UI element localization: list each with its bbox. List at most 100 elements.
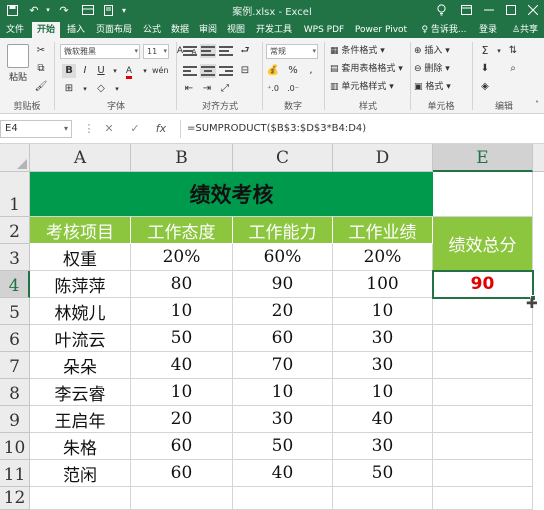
name-cell[interactable]: 范闲 (30, 460, 131, 487)
tab-view[interactable]: 视图 (224, 22, 248, 38)
row-header-5[interactable]: 5 (0, 298, 30, 325)
weight-cell[interactable]: 20% (333, 244, 433, 271)
row-header-7[interactable]: 7 (0, 352, 30, 379)
total-score-cell[interactable]: 90 (433, 271, 533, 298)
font-name-select[interactable]: 微软雅黑 ▾ (60, 44, 140, 59)
score-cell[interactable]: 40 (333, 406, 433, 433)
cell-e1[interactable] (433, 172, 533, 217)
column-header-d[interactable]: D (333, 144, 433, 172)
cancel-icon[interactable]: ✕ (102, 122, 116, 136)
empty-cell[interactable] (131, 487, 233, 510)
tell-me-search[interactable]: ♀ 告诉我... (418, 22, 470, 38)
underline-dropdown-icon[interactable]: ▾ (108, 64, 122, 78)
score-cell[interactable]: 60 (233, 325, 333, 352)
find-select-icon[interactable]: ⌕ (506, 62, 520, 76)
score-cell[interactable]: 50 (233, 433, 333, 460)
border-dropdown-icon[interactable]: ▾ (78, 82, 92, 96)
column-header-e[interactable]: E (433, 144, 533, 172)
tab-insert[interactable]: 插入 (64, 22, 88, 38)
minimize-icon[interactable] (478, 2, 500, 18)
wrap-text-icon[interactable]: ⮐ (238, 44, 252, 58)
tab-file[interactable]: 文件 (2, 22, 28, 38)
percent-style-button[interactable]: % (286, 64, 300, 78)
row-header-4[interactable]: 4 (0, 271, 30, 298)
score-cell[interactable]: 30 (233, 406, 333, 433)
sheet-title-cell[interactable]: 绩效考核 (30, 172, 433, 217)
weight-cell[interactable]: 20% (131, 244, 233, 271)
score-cell[interactable]: 20 (233, 298, 333, 325)
header-cell-total-score[interactable]: 绩效总分 (433, 217, 533, 271)
share-button[interactable]: ♙共享 (508, 22, 542, 38)
cell-styles-button[interactable]: ▥ 单元格样式 ▾ (330, 80, 394, 94)
score-cell[interactable]: 10 (333, 298, 433, 325)
empty-cell[interactable] (333, 487, 433, 510)
tab-wps-pdf[interactable]: WPS PDF (300, 22, 348, 38)
score-cell[interactable]: 80 (131, 271, 233, 298)
autosum-dropdown-icon[interactable]: ▾ (492, 44, 506, 58)
total-score-cell[interactable] (433, 325, 533, 352)
tab-power-pivot[interactable]: Power Pivot (352, 22, 410, 38)
formula-input[interactable]: =SUMPRODUCT($B$3:$D$3*B4:D4) (180, 120, 544, 138)
font-color-button[interactable]: A (122, 64, 136, 79)
collapse-ribbon-icon[interactable]: ˄ (530, 98, 544, 112)
score-cell[interactable]: 40 (233, 460, 333, 487)
row-header-6[interactable]: 6 (0, 325, 30, 352)
orientation-icon[interactable]: ⤢ (218, 82, 232, 96)
insert-cells-button[interactable]: ⊕ 插入 ▾ (414, 44, 450, 58)
clear-icon[interactable]: ◈ (478, 80, 492, 94)
format-as-table-button[interactable]: ▤ 套用表格格式 ▾ (330, 62, 403, 76)
score-cell[interactable]: 100 (333, 271, 433, 298)
score-cell[interactable]: 50 (333, 460, 433, 487)
sort-filter-icon[interactable]: ⇅ (506, 44, 520, 58)
score-cell[interactable]: 10 (131, 379, 233, 406)
column-header-f[interactable] (533, 144, 544, 172)
empty-cell[interactable] (433, 487, 533, 510)
row-header-8[interactable]: 8 (0, 379, 30, 406)
fill-color-dropdown-icon[interactable]: ▾ (110, 82, 124, 96)
score-cell[interactable]: 10 (333, 379, 433, 406)
weight-cell[interactable]: 60% (233, 244, 333, 271)
row-header-2[interactable]: 2 (0, 217, 30, 244)
total-score-cell[interactable] (433, 379, 533, 406)
row-header-10[interactable]: 10 (0, 433, 30, 460)
align-center-icon[interactable] (200, 64, 216, 78)
name-cell[interactable]: 王启年 (30, 406, 131, 433)
enter-icon[interactable]: ✓ (128, 122, 142, 136)
name-cell[interactable]: 林婉儿 (30, 298, 131, 325)
score-cell[interactable]: 70 (233, 352, 333, 379)
column-header-a[interactable]: A (30, 144, 131, 172)
increase-indent-icon[interactable]: ⇥ (200, 82, 214, 96)
column-header-b[interactable]: B (131, 144, 233, 172)
more-options-icon[interactable]: ⋮ (82, 122, 96, 136)
align-right-icon[interactable] (218, 64, 234, 78)
tab-developer[interactable]: 开发工具 (252, 22, 296, 38)
bottom-align-icon[interactable] (218, 44, 234, 58)
total-score-cell[interactable] (433, 433, 533, 460)
autosum-button[interactable]: Σ (478, 44, 492, 58)
name-cell[interactable]: 朱格 (30, 433, 131, 460)
total-score-cell[interactable] (433, 298, 533, 325)
font-size-select[interactable]: 11 ▾ (143, 44, 169, 59)
header-cell-performance[interactable]: 工作业绩 (333, 217, 433, 244)
name-cell[interactable]: 叶流云 (30, 325, 131, 352)
total-score-cell[interactable] (433, 406, 533, 433)
insert-function-icon[interactable]: fx (154, 122, 168, 136)
format-painter-icon[interactable]: 🖌 (34, 80, 48, 94)
header-cell-attitude[interactable]: 工作态度 (131, 217, 233, 244)
border-icon[interactable]: ⊞ (62, 82, 76, 96)
maximize-icon[interactable] (500, 2, 522, 18)
merge-center-icon[interactable]: ⊟ (238, 64, 252, 78)
score-cell[interactable]: 30 (333, 433, 433, 460)
delete-cells-button[interactable]: ⊖ 删除 ▾ (414, 62, 450, 76)
tab-formulas[interactable]: 公式 (140, 22, 164, 38)
conditional-formatting-button[interactable]: ▦ 条件格式 ▾ (330, 44, 385, 58)
name-box[interactable]: E4 ▾ (0, 120, 72, 138)
sign-in-link[interactable]: 登录 (476, 22, 500, 38)
fill-icon[interactable]: ⬇ (478, 62, 492, 76)
lightbulb-icon[interactable] (430, 2, 452, 18)
increase-decimal-icon[interactable]: ⁺.0 (266, 82, 280, 96)
select-all-button[interactable] (0, 144, 30, 172)
score-cell[interactable]: 10 (131, 298, 233, 325)
tab-data[interactable]: 数据 (168, 22, 192, 38)
score-cell[interactable]: 40 (131, 352, 233, 379)
